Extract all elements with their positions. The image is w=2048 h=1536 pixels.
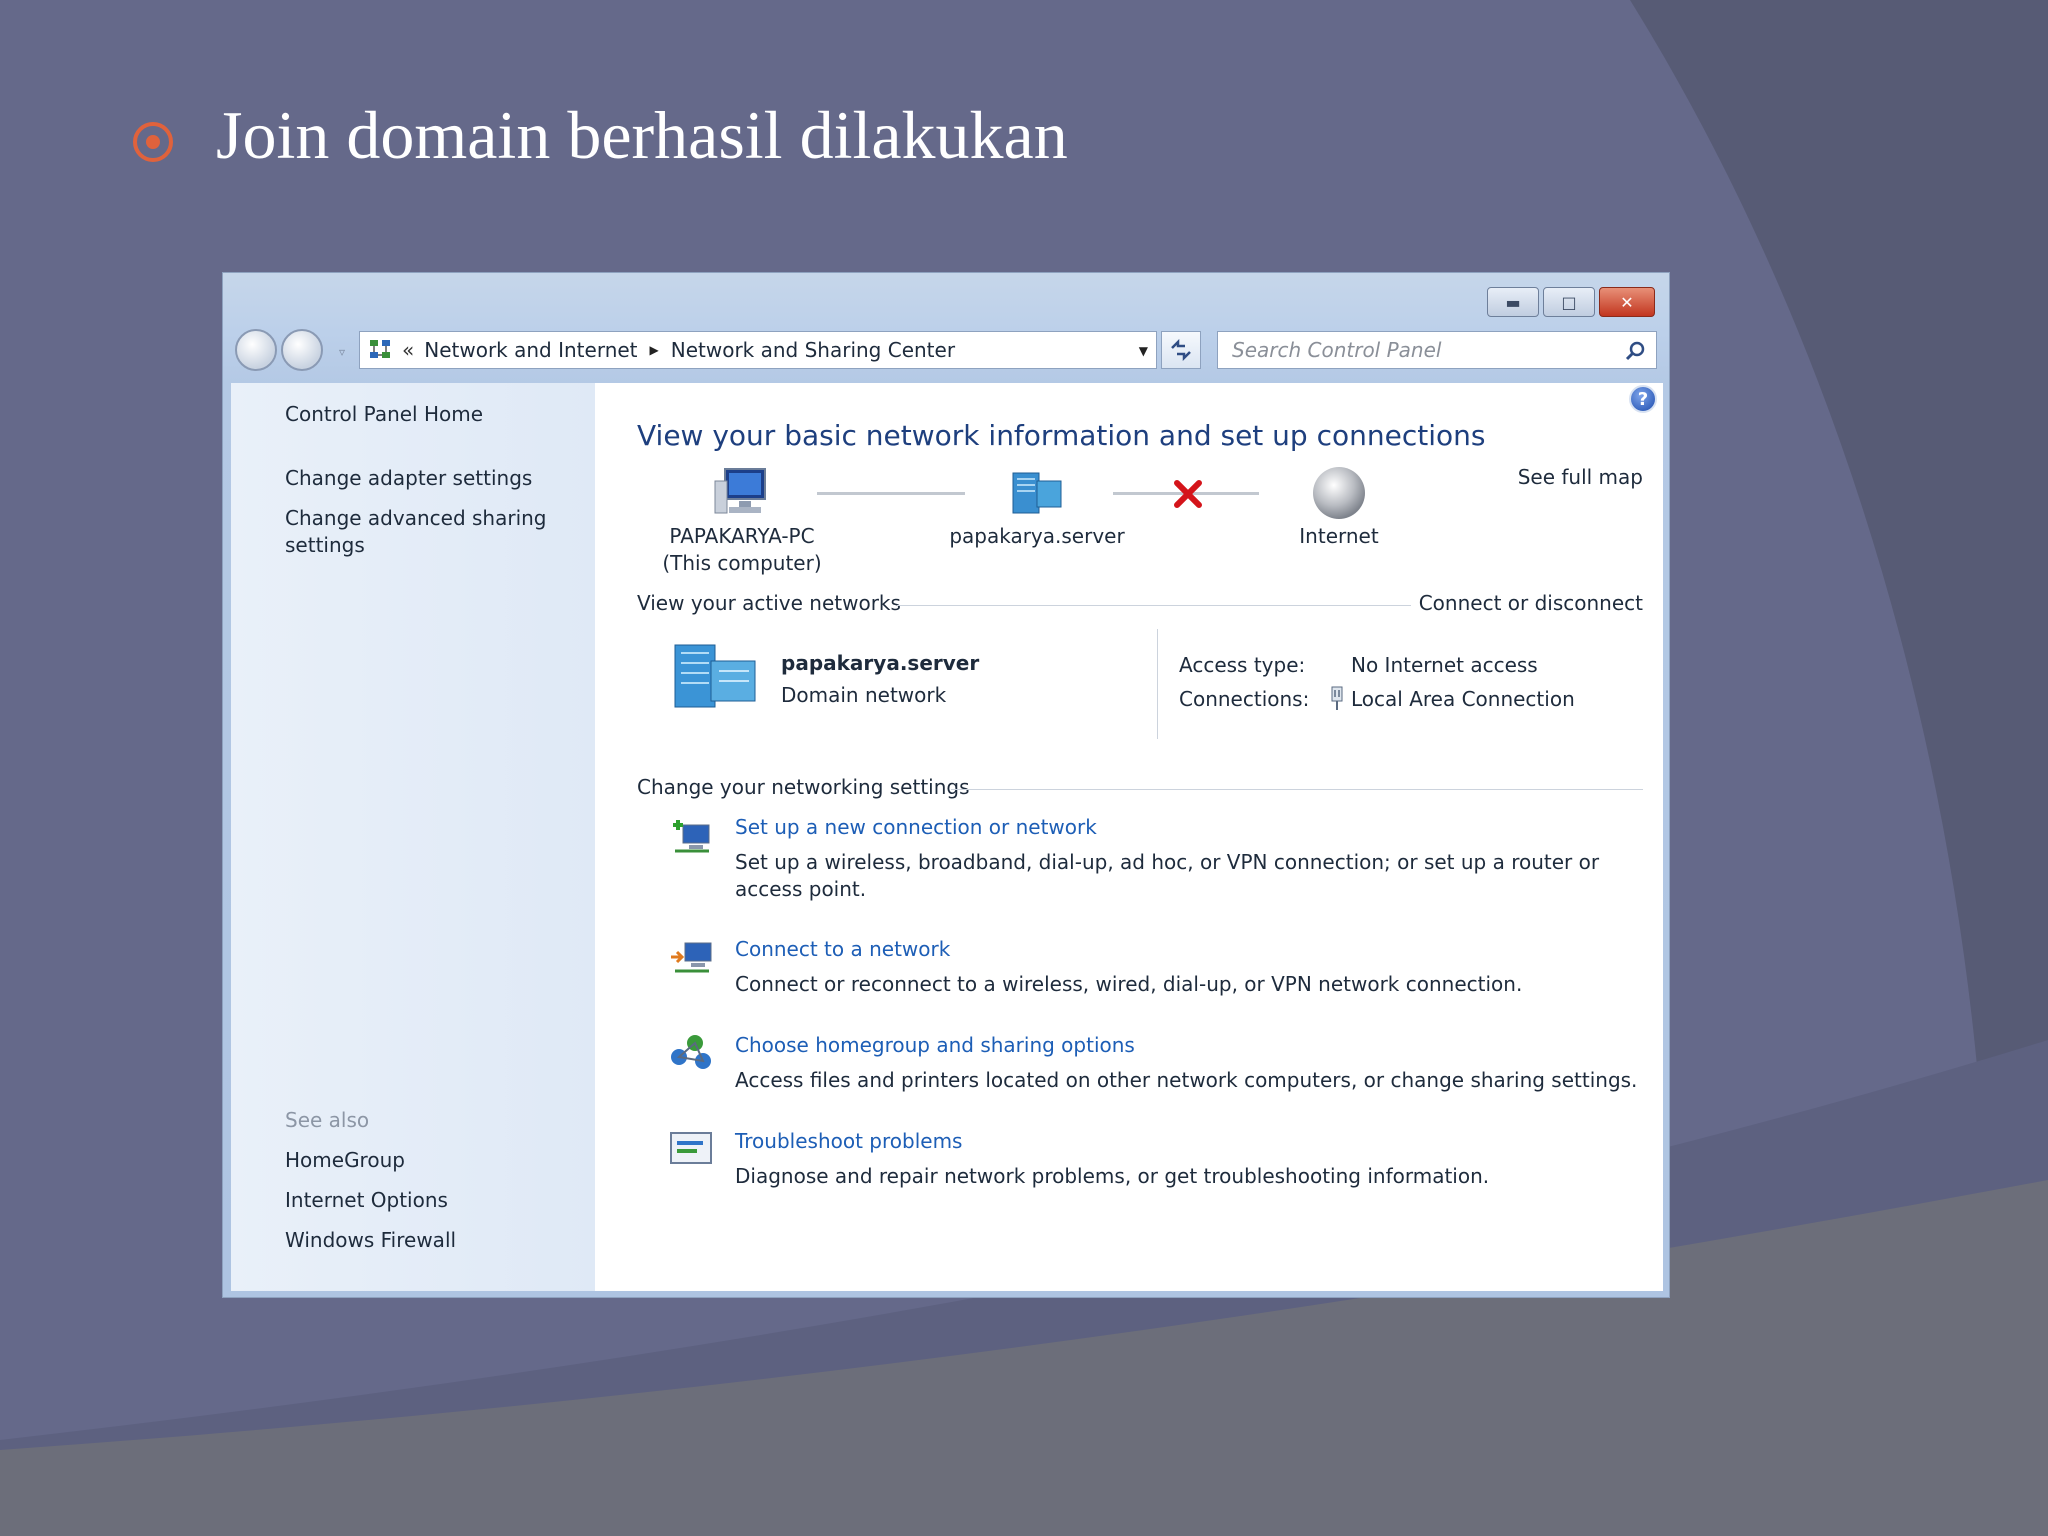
connect-network-desc: Connect or reconnect to a wireless, wire… bbox=[735, 972, 1523, 996]
disconnected-x-icon bbox=[1174, 480, 1202, 508]
address-dropdown-icon[interactable]: ▼ bbox=[1139, 344, 1148, 358]
homegroup-sharing-link[interactable]: Choose homegroup and sharing options bbox=[735, 1033, 1135, 1057]
minimize-button[interactable]: ▬ bbox=[1487, 287, 1539, 317]
refresh-icon bbox=[1171, 339, 1191, 361]
search-placeholder[interactable]: Search Control Panel bbox=[1232, 338, 1441, 362]
connect-network-link[interactable]: Connect to a network bbox=[735, 937, 950, 961]
active-network-type: Domain network bbox=[781, 683, 947, 707]
page-heading: View your basic network information and … bbox=[637, 419, 1486, 452]
slide-bullet-icon bbox=[133, 122, 173, 162]
window-controls: ▬ □ ✕ bbox=[1487, 287, 1655, 317]
close-button[interactable]: ✕ bbox=[1599, 287, 1655, 317]
connections-label: Connections: bbox=[1179, 687, 1310, 711]
address-bar[interactable]: « Network and Internet ▶ Network and Sha… bbox=[359, 331, 1157, 369]
search-icon[interactable] bbox=[1624, 340, 1646, 362]
sidebar-change-adapter-settings[interactable]: Change adapter settings bbox=[285, 465, 532, 492]
computer-icon bbox=[714, 468, 766, 514]
connect-network-icon bbox=[671, 942, 712, 973]
active-networks-label: View your active networks bbox=[637, 591, 901, 615]
sidebar: Control Panel Home Change adapter settin… bbox=[231, 383, 595, 1291]
forward-button[interactable] bbox=[281, 329, 323, 371]
globe-icon bbox=[1313, 467, 1365, 519]
access-type-value: No Internet access bbox=[1351, 653, 1538, 677]
homegroup-sharing-desc: Access files and printers located on oth… bbox=[735, 1068, 1638, 1092]
sidebar-windows-firewall[interactable]: Windows Firewall bbox=[285, 1227, 456, 1254]
domain-network-icon bbox=[674, 644, 756, 708]
map-server-label: papakarya.server bbox=[949, 524, 1125, 548]
sidebar-change-advanced-sharing[interactable]: Change advanced sharing settings bbox=[285, 505, 555, 559]
setup-connection-link[interactable]: Set up a new connection or network bbox=[735, 815, 1097, 839]
breadcrumb-chevrons[interactable]: « bbox=[402, 338, 414, 362]
troubleshoot-desc: Diagnose and repair network problems, or… bbox=[735, 1164, 1490, 1188]
sidebar-control-panel-home[interactable]: Control Panel Home bbox=[285, 401, 483, 428]
active-network-name: papakarya.server bbox=[781, 651, 980, 675]
maximize-button[interactable]: □ bbox=[1543, 287, 1595, 317]
see-also-label: See also bbox=[285, 1108, 370, 1132]
recent-pages-dropdown-icon[interactable]: ▿ bbox=[339, 345, 345, 359]
sidebar-homegroup[interactable]: HomeGroup bbox=[285, 1147, 405, 1174]
setup-connection-desc: Set up a wireless, broadband, dial-up, a… bbox=[735, 850, 1600, 901]
network-details-separator bbox=[1157, 629, 1158, 739]
refresh-button[interactable] bbox=[1161, 331, 1201, 369]
main-panel: ? View your basic network information an… bbox=[595, 383, 1663, 1291]
network-folder-icon bbox=[370, 340, 390, 358]
breadcrumb-network-internet[interactable]: Network and Internet bbox=[424, 338, 637, 362]
map-internet-label: Internet bbox=[1299, 524, 1379, 548]
homegroup-icon bbox=[671, 1035, 711, 1069]
help-icon[interactable]: ? bbox=[1629, 385, 1657, 413]
network-sharing-center-window: ▬ □ ✕ ▿ « Network and Internet ▶ Network… bbox=[222, 272, 1670, 1298]
local-area-connection-link[interactable]: Local Area Connection bbox=[1351, 687, 1575, 711]
access-type-label: Access type: bbox=[1179, 653, 1306, 677]
back-button[interactable] bbox=[235, 329, 277, 371]
connect-or-disconnect-link[interactable]: Connect or disconnect bbox=[1419, 591, 1643, 615]
server-icon bbox=[1012, 472, 1062, 514]
troubleshoot-link[interactable]: Troubleshoot problems bbox=[735, 1129, 962, 1153]
map-link-computer-server bbox=[817, 492, 965, 495]
slide-title: Join domain berhasil dilakukan bbox=[216, 97, 1068, 173]
breadcrumb-sharing-center[interactable]: Network and Sharing Center bbox=[671, 338, 955, 362]
new-connection-icon bbox=[673, 820, 710, 853]
search-box[interactable]: Search Control Panel bbox=[1217, 331, 1657, 369]
map-computer-name: PAPAKARYA-PC bbox=[669, 524, 815, 548]
active-networks-rule bbox=[897, 605, 1411, 606]
breadcrumb-arrow-icon[interactable]: ▶ bbox=[650, 343, 659, 357]
see-full-map-link[interactable]: See full map bbox=[1518, 465, 1643, 489]
networking-settings-rule bbox=[951, 789, 1643, 790]
map-computer-sub: (This computer) bbox=[662, 551, 822, 575]
troubleshoot-icon bbox=[670, 1132, 712, 1164]
ethernet-icon bbox=[1331, 686, 1343, 710]
sidebar-internet-options[interactable]: Internet Options bbox=[285, 1187, 448, 1214]
networking-settings-label: Change your networking settings bbox=[637, 775, 970, 799]
